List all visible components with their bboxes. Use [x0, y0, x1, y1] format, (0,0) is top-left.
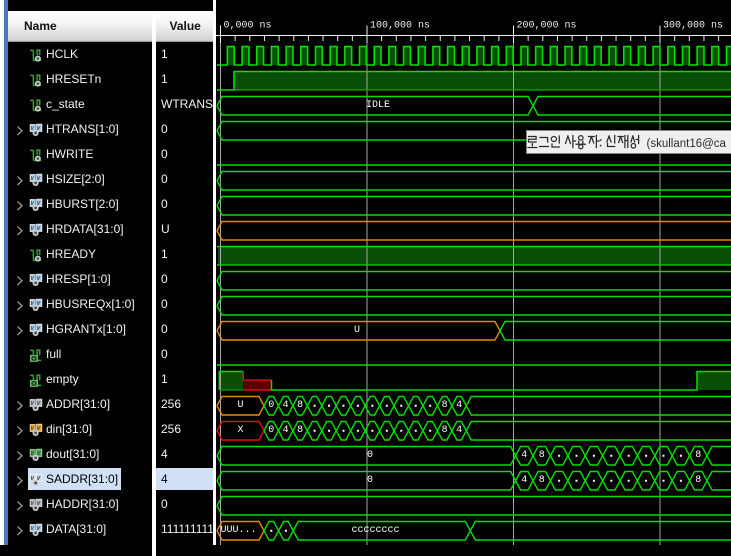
- svg-text:8: 8: [695, 450, 701, 461]
- svg-text:4: 4: [456, 425, 462, 436]
- svg-text:8: 8: [442, 400, 448, 411]
- svg-text:0: 0: [268, 425, 274, 436]
- svg-text:100,000 ns: 100,000 ns: [370, 21, 430, 32]
- svg-text:UUU...: UUU...: [220, 525, 256, 536]
- svg-text:0: 0: [268, 400, 274, 411]
- svg-text:X: X: [237, 425, 243, 436]
- svg-text:(skullant16@ca: (skullant16@ca: [647, 138, 727, 150]
- svg-text:8: 8: [297, 425, 303, 436]
- svg-text:8: 8: [539, 450, 545, 461]
- svg-text:200,000 ns: 200,000 ns: [517, 21, 577, 32]
- svg-text:8: 8: [442, 425, 448, 436]
- svg-text:0,000 ns: 0,000 ns: [224, 21, 272, 32]
- svg-text:4: 4: [521, 475, 527, 486]
- svg-text:U: U: [354, 325, 360, 336]
- svg-text:cccccccc: cccccccc: [351, 525, 399, 536]
- svg-text:300,000 ns: 300,000 ns: [663, 21, 723, 32]
- svg-text:IDLE: IDLE: [366, 100, 390, 111]
- svg-text:8: 8: [539, 475, 545, 486]
- svg-text:8: 8: [297, 400, 303, 411]
- svg-text:0: 0: [367, 450, 373, 461]
- svg-text:4: 4: [521, 450, 527, 461]
- svg-text:U: U: [237, 400, 243, 411]
- svg-text:0: 0: [367, 475, 373, 486]
- svg-text:4: 4: [283, 400, 289, 411]
- svg-text:4: 4: [283, 425, 289, 436]
- svg-text:4: 4: [456, 400, 462, 411]
- svg-text:8: 8: [695, 475, 701, 486]
